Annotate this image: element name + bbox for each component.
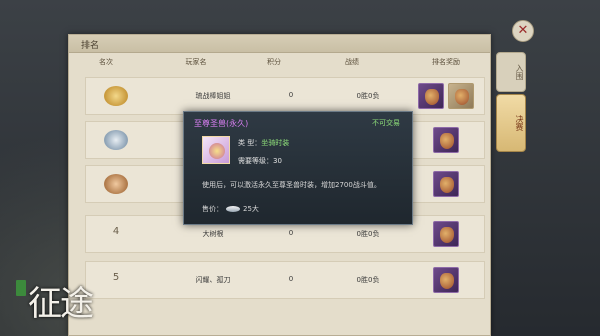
player-score: 0 — [288, 91, 294, 99]
price-label: 售价： — [202, 205, 223, 213]
item-type-value: 坐骑时装 — [261, 139, 290, 147]
gold-medal-icon — [104, 86, 128, 106]
ranking-row[interactable]: 5 闪耀、孤刀 0 0胜0负 — [85, 261, 485, 299]
item-description: 使用后，可以激活永久至尊圣兽时装，增加2700战斗值。 — [202, 181, 381, 189]
player-name: 琉战棒姐姐 — [195, 92, 231, 100]
mount-item-icon — [202, 136, 230, 164]
tradable-status: 不可交易 — [372, 119, 400, 127]
column-headers: 名次 玩家名 积分 战绩 排名奖励 — [69, 57, 489, 71]
col-reward: 排名奖励 — [432, 58, 460, 66]
player-name: 大树根 — [202, 230, 224, 238]
reward-item-icon[interactable] — [433, 267, 459, 293]
ranking-row[interactable]: 琉战棒姐姐 0 0胜0负 — [85, 77, 485, 115]
panel-title: 排名 — [81, 41, 100, 51]
silver-medal-icon — [104, 130, 128, 150]
logo-text: 征途 — [28, 284, 94, 324]
item-tooltip: 至尊圣兽(永久) 不可交易 类 型：坐骑时装 需要等级：30 使用后，可以激活永… — [183, 111, 413, 225]
col-player: 玩家名 — [185, 58, 207, 66]
price-value: 25大 — [243, 205, 259, 213]
tab-qualifier[interactable]: 入围 — [496, 52, 526, 92]
item-type: 类 型：坐骑时装 — [238, 138, 289, 148]
bronze-medal-icon — [104, 174, 128, 194]
panel-title-bar: 排名 — [69, 35, 490, 53]
reward-item-icon[interactable] — [433, 171, 459, 197]
col-record: 战绩 — [345, 58, 359, 66]
tab-final[interactable]: 决赛 — [496, 94, 526, 152]
rank-number: 4 — [112, 226, 120, 237]
player-record: 0胜0负 — [356, 276, 380, 284]
col-score: 积分 — [267, 58, 281, 66]
reward-item-icon[interactable] — [418, 83, 444, 109]
reward-item-icon[interactable] — [433, 127, 459, 153]
reward-item-icon[interactable] — [433, 221, 459, 247]
silver-coin-icon — [226, 206, 240, 212]
player-record: 0胜0负 — [356, 92, 380, 100]
col-rank: 名次 — [99, 58, 113, 66]
close-icon[interactable]: ✕ — [512, 20, 534, 42]
player-record: 0胜0负 — [356, 230, 380, 238]
player-name: 闪耀、孤刀 — [195, 276, 231, 284]
player-score: 0 — [288, 275, 294, 283]
item-price: 售价： 25大 — [202, 204, 259, 214]
game-logo: 征途 — [6, 270, 136, 330]
reward-item-icon[interactable] — [448, 83, 474, 109]
item-name: 至尊圣兽(永久) — [194, 119, 249, 128]
item-level: 需要等级：30 — [238, 157, 282, 165]
player-score: 0 — [288, 229, 294, 237]
logo-seal-icon — [16, 280, 26, 296]
item-type-label: 类 型： — [238, 139, 262, 147]
